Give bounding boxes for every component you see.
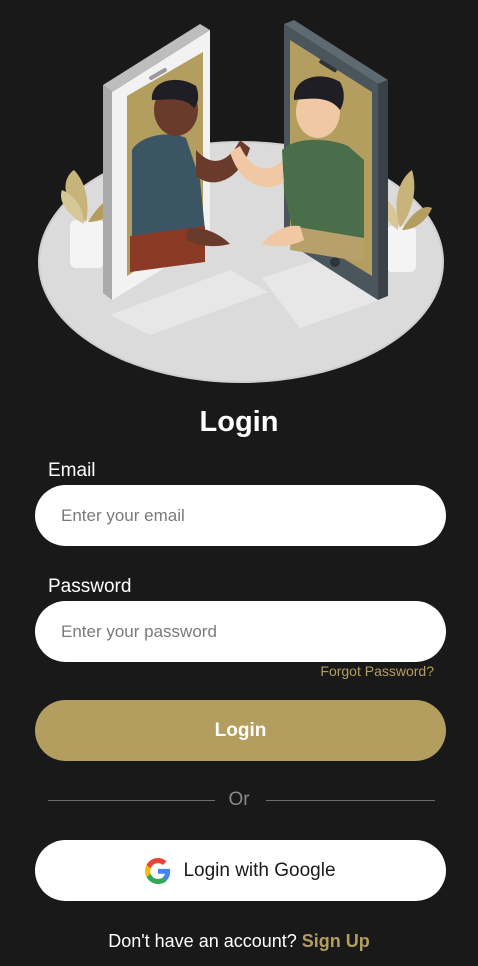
- forgot-password-link[interactable]: Forgot Password?: [320, 663, 434, 679]
- password-field[interactable]: [35, 601, 446, 662]
- google-login-label: Login with Google: [183, 859, 336, 881]
- page-title: Login: [199, 406, 279, 438]
- google-icon: [145, 857, 171, 884]
- divider-line-right: [266, 800, 435, 801]
- signup-link[interactable]: Sign Up: [302, 931, 370, 951]
- email-field[interactable]: [35, 485, 446, 546]
- email-label: Email: [48, 460, 96, 481]
- hero-illustration: [38, 20, 444, 383]
- signup-row: Don't have an account? Sign Up: [0, 931, 478, 952]
- password-label: Password: [48, 576, 132, 597]
- signup-prompt: Don't have an account?: [108, 931, 297, 951]
- login-button[interactable]: Login: [35, 700, 446, 761]
- google-login-button[interactable]: Login with Google: [35, 840, 446, 901]
